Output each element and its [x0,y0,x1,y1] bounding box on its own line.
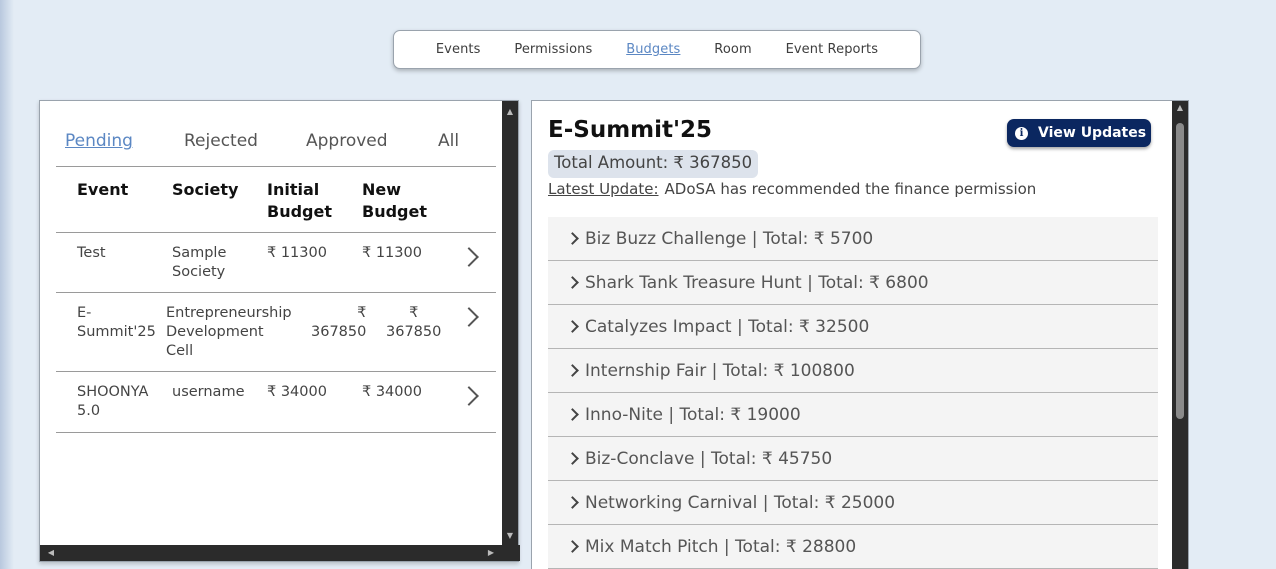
info-icon: i [1015,126,1028,140]
status-filter-tabs: Pending Rejected Approved All [56,125,496,167]
vertical-scrollbar[interactable]: ▲ ▼ [502,101,518,547]
event-title: E-Summit'25 [548,117,713,143]
cell-initial-budget: ₹ 34000 [267,384,327,400]
accordion-item-label: Internship Fair | Total: ₹ 100800 [585,360,855,381]
scroll-right-icon[interactable]: ▶ [484,545,498,561]
header-new-budget: New Budget [362,180,427,221]
chevron-right-icon [566,540,579,553]
cell-initial-budget: ₹ 11300 [267,245,327,261]
total-amount-badge: Total Amount: ₹ 367850 [548,150,759,178]
table-row[interactable]: E- Summit'25 Entrepreneurship Developmen… [56,293,496,372]
nav-permissions[interactable]: Permissions [514,42,592,57]
tab-all[interactable]: All [438,131,459,151]
chevron-right-icon [566,408,579,421]
detail-vertical-scrollbar[interactable]: ▲ [1172,101,1188,569]
scroll-left-icon[interactable]: ◀ [44,545,58,561]
top-nav: Events Permissions Budgets Room Event Re… [393,30,921,69]
accordion-item-label: Inno-Nite | Total: ₹ 19000 [585,404,801,425]
accordion-item[interactable]: Mix Match Pitch | Total: ₹ 28800 [548,525,1158,569]
latest-update-label: Latest Update: [548,180,659,198]
accordion-item-label: Biz-Conclave | Total: ₹ 45750 [585,448,833,469]
cell-society: Entrepreneurship Development Cell [166,305,292,359]
tab-rejected[interactable]: Rejected [184,131,258,151]
accordion-item-label: Biz Buzz Challenge | Total: ₹ 5700 [585,228,874,249]
nav-events[interactable]: Events [436,42,481,57]
accordion-item-label: Mix Match Pitch | Total: ₹ 28800 [585,536,857,557]
cell-new-budget: ₹ 11300 [362,245,422,261]
table-row[interactable]: SHOONYA 5.0 username ₹ 34000 ₹ 34000 [56,372,496,433]
budget-detail-panel: E-Summit'25 i View Updates Total Amount:… [531,100,1189,569]
accordion-item-label: Shark Tank Treasure Hunt | Total: ₹ 6800 [585,272,929,293]
header-initial-budget: Initial Budget [267,180,332,221]
nav-budgets[interactable]: Budgets [626,42,680,57]
chevron-right-icon[interactable] [459,247,479,267]
chevron-right-icon [566,364,579,377]
chevron-right-icon[interactable] [459,307,479,327]
budget-list-panel: Pending Rejected Approved All Event Soci… [39,100,520,562]
cell-new-budget: ₹ 34000 [362,384,422,400]
cell-event: E- Summit'25 [77,305,156,340]
cell-society: username [172,384,245,400]
nav-room[interactable]: Room [714,42,751,57]
accordion-item-label: Networking Carnival | Total: ₹ 25000 [585,492,896,513]
cell-new-budget: ₹ 367850 [386,305,442,340]
accordion-item[interactable]: Inno-Nite | Total: ₹ 19000 [548,393,1158,437]
scrollbar-thumb[interactable] [1176,123,1184,419]
view-updates-button[interactable]: i View Updates [1007,119,1151,147]
nav-event-reports[interactable]: Event Reports [786,42,879,57]
accordion-item[interactable]: Catalyzes Impact | Total: ₹ 32500 [548,305,1158,349]
accordion-item[interactable]: Shark Tank Treasure Hunt | Total: ₹ 6800 [548,261,1158,305]
latest-update-text: ADoSA has recommended the finance permis… [664,180,1037,198]
accordion-item[interactable]: Biz Buzz Challenge | Total: ₹ 5700 [548,217,1158,261]
scroll-down-icon[interactable]: ▼ [502,529,518,543]
chevron-right-icon [566,232,579,245]
tab-approved[interactable]: Approved [306,131,388,151]
budget-list-content: Pending Rejected Approved All Event Soci… [40,101,504,547]
tab-pending[interactable]: Pending [65,131,133,151]
accordion-item[interactable]: Biz-Conclave | Total: ₹ 45750 [548,437,1158,481]
chevron-right-icon [566,452,579,465]
chevron-right-icon [566,320,579,333]
chevron-right-icon[interactable] [459,386,479,406]
chevron-right-icon [566,496,579,509]
accordion-item[interactable]: Internship Fair | Total: ₹ 100800 [548,349,1158,393]
cell-society: Sample Society [172,245,227,280]
accordion-item-label: Catalyzes Impact | Total: ₹ 32500 [585,316,870,337]
latest-update: Latest Update: ADoSA has recommended the … [548,180,1036,198]
header-society: Society [172,180,239,199]
table-row[interactable]: Test Sample Society ₹ 11300 ₹ 11300 [56,233,496,293]
table-header: Event Society Initial Budget New Budget [56,179,496,233]
cell-event: SHOONYA 5.0 [77,384,149,419]
header-event: Event [77,180,129,199]
sub-event-accordion: Biz Buzz Challenge | Total: ₹ 5700 Shark… [548,217,1158,569]
view-updates-label: View Updates [1038,125,1147,141]
cell-event: Test [77,245,106,261]
cell-initial-budget: ₹ 367850 [311,305,367,340]
page-edge-shade [0,0,14,569]
accordion-item[interactable]: Networking Carnival | Total: ₹ 25000 [548,481,1158,525]
scroll-up-icon[interactable]: ▲ [1172,101,1188,115]
chevron-right-icon [566,276,579,289]
scroll-up-icon[interactable]: ▲ [502,105,518,119]
horizontal-scrollbar[interactable]: ◀ ▶ [40,545,520,561]
